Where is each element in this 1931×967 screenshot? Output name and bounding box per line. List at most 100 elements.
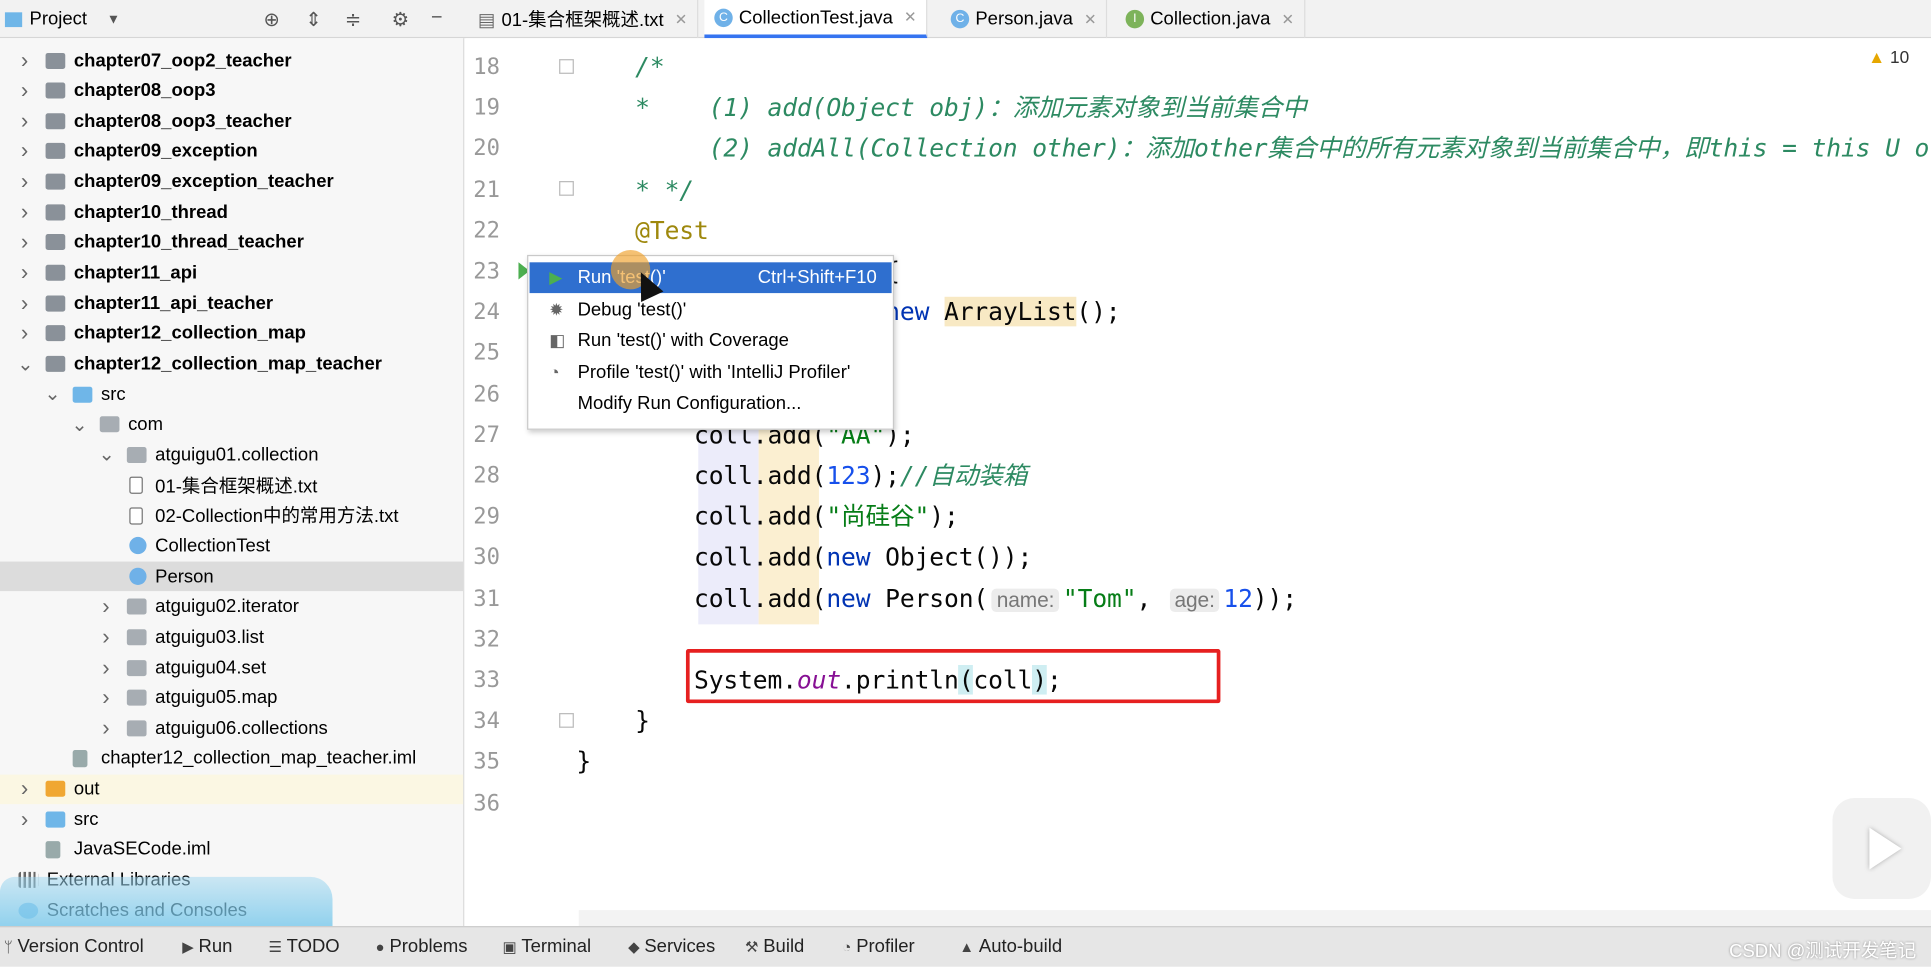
chevron-right-icon[interactable]: › [17,321,32,347]
toolwindow-profiler[interactable]: ◔ Profiler [842,936,914,957]
tree-item[interactable]: Person [0,561,464,592]
minimize-icon[interactable]: − [431,7,443,29]
chevron-right-icon[interactable]: › [17,138,32,164]
chevron-right-icon[interactable]: › [17,776,32,802]
code-line[interactable]: /* [576,47,665,88]
chevron-right-icon[interactable]: › [17,78,32,104]
chevron-right-icon[interactable]: › [17,806,32,832]
code-line[interactable]: } [576,701,650,742]
toolwindow-version-control[interactable]: ᛘ Version Control [4,936,144,957]
fold-icon[interactable] [559,59,574,74]
tree-item[interactable]: › chapter08_oop3 [0,76,463,106]
run-icon: ▶ [549,267,563,287]
close-icon[interactable]: ✕ [1084,10,1096,27]
locate-icon[interactable]: ⊕ [264,7,281,32]
code-line[interactable]: coll.add(new Object()); [576,537,1032,578]
fold-icon[interactable] [559,181,574,196]
toolwindow-services[interactable]: ◆ Services [628,936,715,957]
menu-item[interactable]: ✹ Debug 'test()' [530,294,892,325]
toolwindow-problems[interactable]: ● Problems [376,936,468,957]
tree-item[interactable]: JavaSECode.iml [0,835,463,865]
tree-item[interactable]: › atguigu06.collections [0,713,463,743]
toolwindow-todo[interactable]: ☰ TODO [268,936,339,957]
collapse-all-icon[interactable]: ≑ [345,7,362,32]
tree-item[interactable]: › chapter11_api_teacher [0,288,463,318]
tree-item-label: 02-Collection中的常用方法.txt [155,506,399,528]
menu-item[interactable]: Modify Run Configuration... [530,388,892,419]
horizontal-scrollbar[interactable] [578,910,1931,927]
chevron-down-icon[interactable]: ⌄ [17,352,34,377]
chevron-right-icon[interactable]: › [17,290,32,316]
close-icon[interactable]: ✕ [904,9,916,26]
tree-item[interactable]: ⌄ src [0,379,463,409]
tree-item[interactable]: › atguigu04.set [0,653,463,683]
tree-item[interactable]: 02-Collection中的常用方法.txt [0,501,463,531]
tree-item[interactable]: › out [0,774,464,804]
tree-item-label: atguigu02.iterator [155,596,299,618]
class-icon: C [714,8,733,27]
tab-1[interactable]: C CollectionTest.java ✕ [704,0,928,39]
code-line[interactable]: * (1) add(Object obj)：添加元素对象到当前集合中 [576,88,1307,129]
chevron-right-icon[interactable]: › [17,47,32,73]
chevron-down-icon[interactable]: ⌄ [71,412,88,437]
tab-0[interactable]: ▤ 01-集合框架概述.txt ✕ [468,0,699,39]
code-line[interactable]: coll.add(123);//自动装箱 [576,456,1027,497]
close-icon[interactable]: ✕ [675,10,687,27]
tree-item[interactable]: › chapter07_oop2_teacher [0,46,463,76]
chevron-right-icon[interactable]: › [17,108,32,134]
chevron-down-icon[interactable]: ⌄ [99,443,116,468]
tree-item[interactable]: › src [0,804,463,834]
file-icon [129,567,147,586]
toolwindow-run[interactable]: ▶ Run [182,936,232,957]
tree-item[interactable]: › chapter11_api [0,258,463,288]
tree-item[interactable]: › chapter10_thread [0,197,463,227]
tree-item[interactable]: › chapter09_exception [0,137,463,167]
code-line[interactable]: (2) addAll(Collection other)：添加other集合中的… [576,129,1931,170]
chevron-right-icon[interactable]: › [99,715,114,741]
tree-item[interactable]: › chapter12_collection_map [0,319,463,349]
chevron-right-icon[interactable]: › [99,655,114,681]
menu-item[interactable]: ◔ Profile 'test()' with 'IntelliJ Profile… [530,357,892,388]
toolwindow-auto-build[interactable]: ▲ Auto-build [959,936,1062,957]
tree-item[interactable]: chapter12_collection_map_teacher.iml [0,744,463,774]
toolwindow-terminal[interactable]: ▣ Terminal [502,936,591,957]
chevron-down-icon[interactable]: ⌄ [44,382,61,407]
code-line[interactable]: coll.add("尚硅谷"); [576,497,959,538]
tab-3[interactable]: I Collection.java ✕ [1116,0,1305,39]
code-line[interactable]: @Test [576,210,709,251]
tree-item[interactable]: › chapter09_exception_teacher [0,167,463,197]
chevron-right-icon[interactable]: › [99,594,114,620]
tree-item[interactable]: › atguigu03.list [0,622,463,652]
folder-icon [45,52,66,69]
chevron-right-icon[interactable]: › [17,199,32,225]
tree-item[interactable]: › chapter10_thread_teacher [0,228,463,258]
tree-item[interactable]: › atguigu05.map [0,683,463,713]
chevron-right-icon[interactable]: › [99,685,114,711]
menu-item[interactable]: ▶Run 'test()'Ctrl+Shift+F10 [529,262,892,294]
fold-icon[interactable] [559,713,574,728]
expand-all-icon[interactable]: ⇕ [305,7,322,32]
tree-item[interactable]: ⌄ com [0,410,463,440]
tree-item[interactable]: CollectionTest [0,531,463,561]
tab-2[interactable]: C Person.java ✕ [941,0,1108,39]
chevron-right-icon[interactable]: › [17,260,32,286]
tree-item[interactable]: › chapter08_oop3_teacher [0,106,463,136]
toolwindow-build[interactable]: ⚒ Build [745,936,804,957]
code-token: ArrayList [944,297,1077,327]
video-overlay [0,876,333,927]
chevron-right-icon[interactable]: › [99,624,114,650]
tree-item[interactable]: 01-集合框架概述.txt [0,471,463,501]
play-button[interactable] [1832,798,1931,899]
tree-item[interactable]: ⌄ atguigu01.collection [0,440,463,470]
gear-icon[interactable]: ⚙ [392,7,410,32]
chevron-right-icon[interactable]: › [17,169,32,195]
tree-item[interactable]: ⌄ chapter12_collection_map_teacher [0,349,463,379]
code-line[interactable]: coll.add(new Person(name: "Tom", age: 12))… [576,578,1297,619]
menu-item[interactable]: ◧ Run 'test()' with Coverage [530,325,892,356]
close-icon[interactable]: ✕ [1281,10,1293,27]
chevron-right-icon[interactable]: › [17,230,32,256]
warning-indicator[interactable]: ▲ 10 [1868,47,1909,67]
code-line[interactable]: } [576,742,591,783]
tree-item[interactable]: › atguigu02.iterator [0,592,463,622]
code-line[interactable]: * */ [576,169,694,210]
